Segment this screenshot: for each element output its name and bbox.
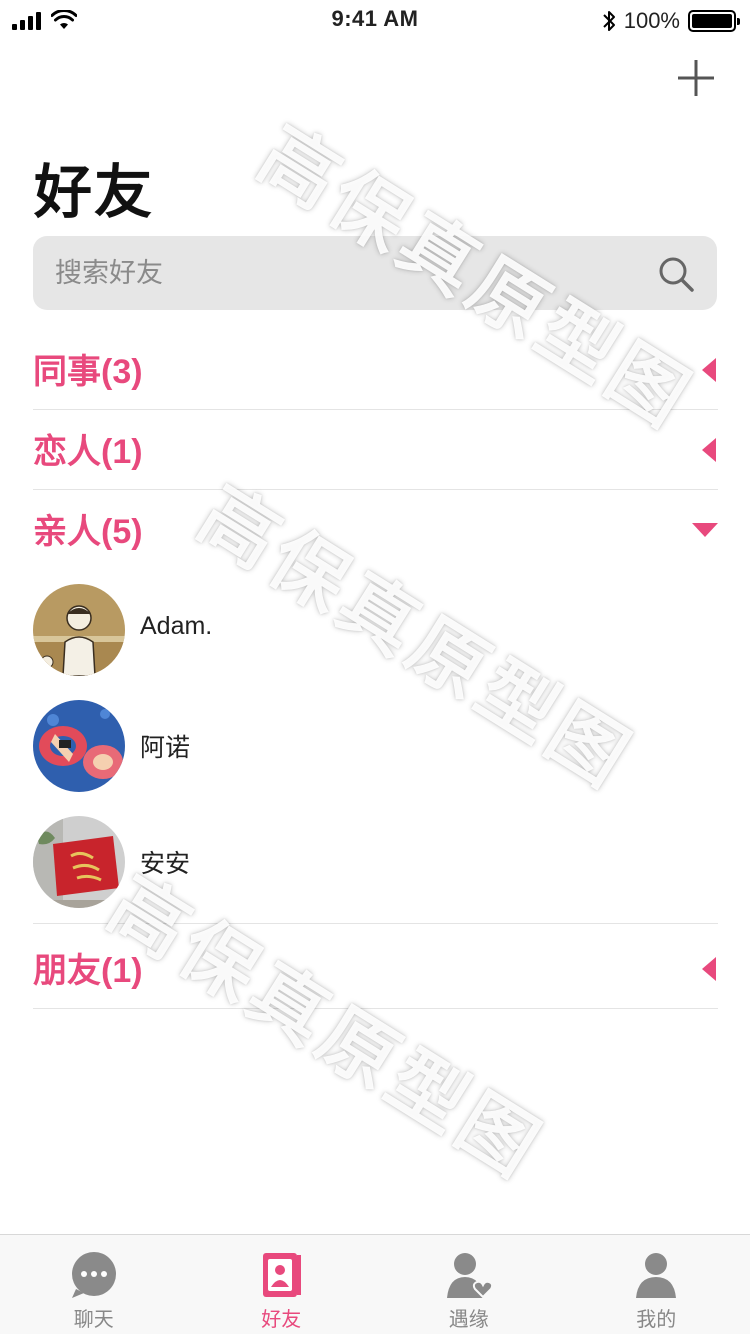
tab-label: 好友 bbox=[261, 1309, 302, 1331]
chat-icon bbox=[71, 1252, 116, 1298]
tab-label: 我的 bbox=[636, 1309, 677, 1331]
friend-name: 安安 bbox=[140, 850, 191, 878]
group-lovers[interactable]: 恋人(1) bbox=[33, 410, 718, 490]
tab-bar: 聊天 好友 遇缘 我的 bbox=[0, 1234, 750, 1334]
tab-label: 聊天 bbox=[73, 1309, 114, 1331]
tab-friends[interactable]: 好友 bbox=[188, 1235, 376, 1334]
plus-icon[interactable] bbox=[676, 58, 716, 98]
avatar bbox=[33, 700, 125, 792]
search-bar bbox=[33, 236, 717, 310]
expand-arrow-icon bbox=[692, 523, 718, 537]
battery-percentage: 100% bbox=[623, 8, 680, 33]
profile-icon bbox=[636, 1253, 677, 1298]
group-colleagues[interactable]: 同事(3) bbox=[33, 330, 718, 410]
search-icon[interactable] bbox=[657, 255, 695, 293]
avatar bbox=[33, 816, 125, 908]
group-label: 同事(3) bbox=[33, 353, 143, 391]
friend-name: Adam. bbox=[140, 612, 213, 640]
tab-label: 遇缘 bbox=[448, 1309, 489, 1331]
status-bar: 9:41 AM 100% bbox=[0, 0, 750, 40]
friend-item[interactable]: 阿诺 bbox=[33, 696, 718, 796]
battery-icon bbox=[688, 10, 740, 32]
group-label: 恋人(1) bbox=[33, 433, 143, 471]
group-friends[interactable]: 朋友(1) bbox=[33, 929, 718, 1009]
group-label: 朋友(1) bbox=[33, 952, 143, 990]
avatar bbox=[33, 584, 125, 676]
group-label: 亲人(5) bbox=[33, 513, 143, 551]
collapse-arrow-icon bbox=[702, 358, 716, 382]
collapse-arrow-icon bbox=[702, 957, 716, 981]
friend-item[interactable]: 安安 bbox=[33, 812, 718, 912]
bluetooth-icon bbox=[603, 11, 615, 31]
tab-me[interactable]: 我的 bbox=[563, 1235, 750, 1334]
person-heart-icon bbox=[446, 1253, 493, 1299]
page-title: 好友 bbox=[34, 160, 155, 225]
collapse-arrow-icon bbox=[702, 438, 716, 462]
tab-chat[interactable]: 聊天 bbox=[0, 1235, 188, 1334]
search-input[interactable] bbox=[55, 236, 655, 310]
friend-item[interactable]: Adam. bbox=[33, 580, 718, 680]
friend-name: 阿诺 bbox=[140, 734, 191, 762]
contacts-icon bbox=[263, 1253, 302, 1297]
divider bbox=[33, 923, 718, 924]
tab-encounter[interactable]: 遇缘 bbox=[375, 1235, 563, 1334]
group-family[interactable]: 亲人(5) bbox=[33, 490, 718, 570]
